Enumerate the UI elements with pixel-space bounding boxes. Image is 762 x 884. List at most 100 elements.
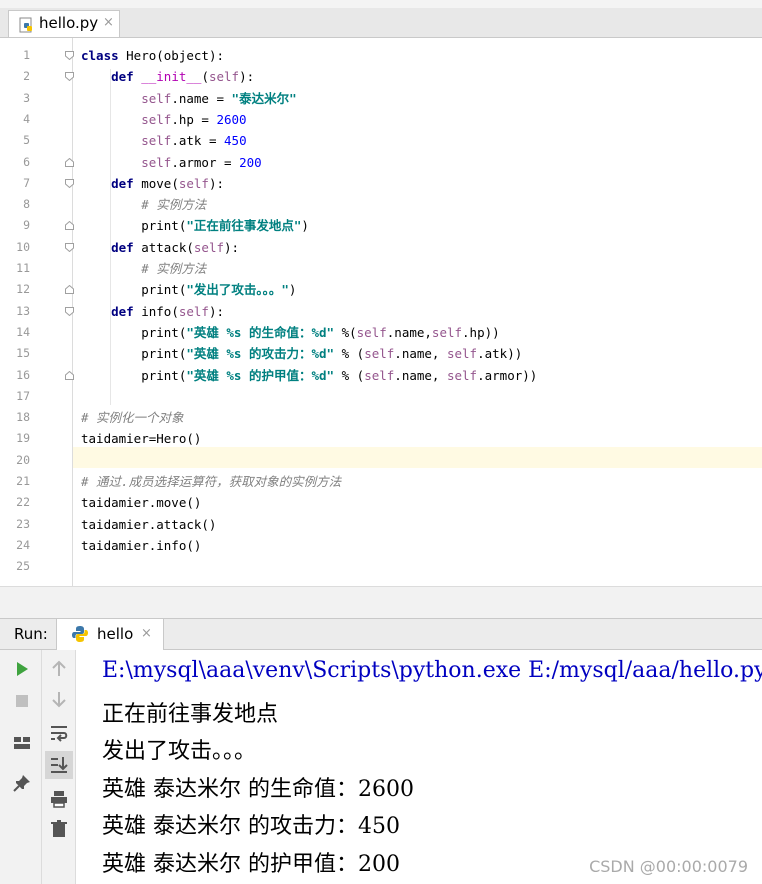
line-number: 1 [23, 48, 30, 62]
watermark: CSDN @00:00:0079 [589, 857, 748, 876]
line-number: 11 [16, 261, 30, 275]
console-output-line: 发出了攻击。。。 [102, 739, 257, 764]
code-token: .armor = [171, 154, 240, 170]
stop-icon[interactable] [11, 690, 33, 712]
code-token: "正在前往事发地点" [186, 218, 302, 234]
code-token: def [111, 303, 142, 319]
code-token: self [364, 367, 395, 383]
code-token: .name = [171, 90, 232, 106]
run-tab-hello[interactable]: hello × [56, 619, 164, 650]
code-token: taidamier.move() [81, 495, 202, 511]
code-token: taidamier.info() [81, 537, 202, 553]
code-token: 200 [239, 154, 262, 170]
code-token: self [141, 111, 172, 127]
line-number: 9 [23, 218, 30, 233]
code-token: % ( [334, 367, 365, 383]
line-number-gutter: 1 2 3 4 5 6 7 8 9 10 11 12 13 14 15 16 17 18 19 20 21 22 23 24 2… [0, 38, 74, 586]
code-token: self [364, 346, 395, 362]
line-number: 22 [16, 495, 30, 510]
close-icon[interactable]: × [103, 15, 114, 30]
code-token: self [141, 90, 172, 106]
code-token: ( [201, 69, 209, 85]
scroll-to-end-icon[interactable] [48, 754, 70, 776]
code-line: class Hero(object): [81, 45, 224, 66]
code-token: self [178, 175, 209, 191]
code-token: ): [208, 303, 225, 319]
line-number: 2 [23, 69, 30, 84]
print-icon[interactable] [48, 788, 70, 810]
code-token: self [446, 346, 478, 362]
editor-tab-label: hello.py [39, 14, 99, 32]
editor-tab-hello-py[interactable]: hello.py × [8, 10, 120, 37]
code-token: "发出了攻击。。。" [186, 282, 289, 298]
code-token: def [111, 239, 142, 255]
code-token: print( [81, 346, 187, 362]
code-token: print( [81, 218, 187, 234]
line-number: 24 [16, 537, 30, 552]
run-icon[interactable] [11, 658, 33, 680]
code-token: taidamier.attack() [81, 516, 217, 532]
code-token: attack( [141, 239, 194, 255]
line-number: 10 [16, 239, 30, 254]
run-label: Run: [14, 625, 48, 643]
close-icon[interactable]: × [141, 626, 152, 641]
run-toolbar-secondary [42, 650, 76, 884]
run-tab-label: hello [97, 625, 134, 643]
code-token: Hero(object): [126, 48, 224, 63]
code-line: taidamier=Hero() [81, 428, 201, 449]
code-line: # 实例方法 [81, 194, 206, 215]
python-file-icon [19, 17, 32, 33]
code-token: class [81, 48, 127, 63]
code-line: def __init__(self): [81, 66, 254, 87]
line-number: 4 [23, 111, 30, 126]
code-token: %( [334, 324, 357, 340]
code-token: ): [224, 239, 240, 255]
code-line: def info(self): [81, 301, 224, 322]
code-token: .name, [394, 367, 447, 383]
run-toolbar-primary [0, 650, 42, 884]
layout-icon[interactable] [11, 732, 33, 754]
code-token: .name, [394, 346, 447, 362]
code-token: ): [239, 69, 255, 85]
python-icon [72, 626, 88, 642]
code-line: # 通过.成员选择运算符，获取对象的实例方法 [81, 471, 341, 492]
code-editor[interactable]: class Hero(object): def __init__(self): … [73, 38, 762, 586]
line-number: 19 [16, 431, 30, 446]
line-number: 25 [16, 559, 30, 574]
code-token: 450 [224, 133, 247, 149]
current-line-highlight [73, 447, 762, 468]
code-token: ): [208, 175, 225, 191]
code-token: self [431, 324, 463, 340]
code-line: print("英雄 %s 的生命值：%d" %(self.name,self.h… [81, 322, 499, 343]
console-output-line: 英雄 泰达米尔 的护甲值：200 [102, 851, 400, 877]
run-console-output[interactable]: E:\mysql\aaa\venv\Scripts\python.exe E:/… [76, 650, 762, 884]
code-line: self.armor = 200 [81, 152, 262, 173]
code-line: # 实例化一个对象 [81, 407, 184, 428]
line-number: 17 [16, 388, 30, 403]
code-token: .hp = [171, 111, 217, 127]
code-token: print( [81, 282, 187, 298]
down-arrow-icon[interactable] [48, 688, 70, 710]
trash-icon[interactable] [48, 818, 70, 840]
code-token: self [208, 69, 240, 85]
code-token: ) [288, 282, 297, 298]
code-token: taidamier=Hero() [81, 431, 202, 447]
code-token: info( [141, 303, 179, 319]
line-number: 5 [23, 133, 30, 148]
console-output-line: 英雄 泰达米尔 的攻击力：450 [102, 814, 400, 839]
code-token: # 通过.成员选择运算符，获取对象的实例方法 [81, 474, 342, 489]
code-line: self.atk = 450 [81, 130, 247, 151]
code-token: print( [81, 367, 187, 383]
code-token: self [446, 367, 478, 383]
pin-icon[interactable] [11, 772, 33, 794]
up-arrow-icon[interactable] [48, 658, 70, 680]
soft-wrap-icon[interactable] [48, 722, 70, 744]
code-line: taidamier.move() [81, 492, 201, 513]
code-token: self [356, 324, 387, 340]
